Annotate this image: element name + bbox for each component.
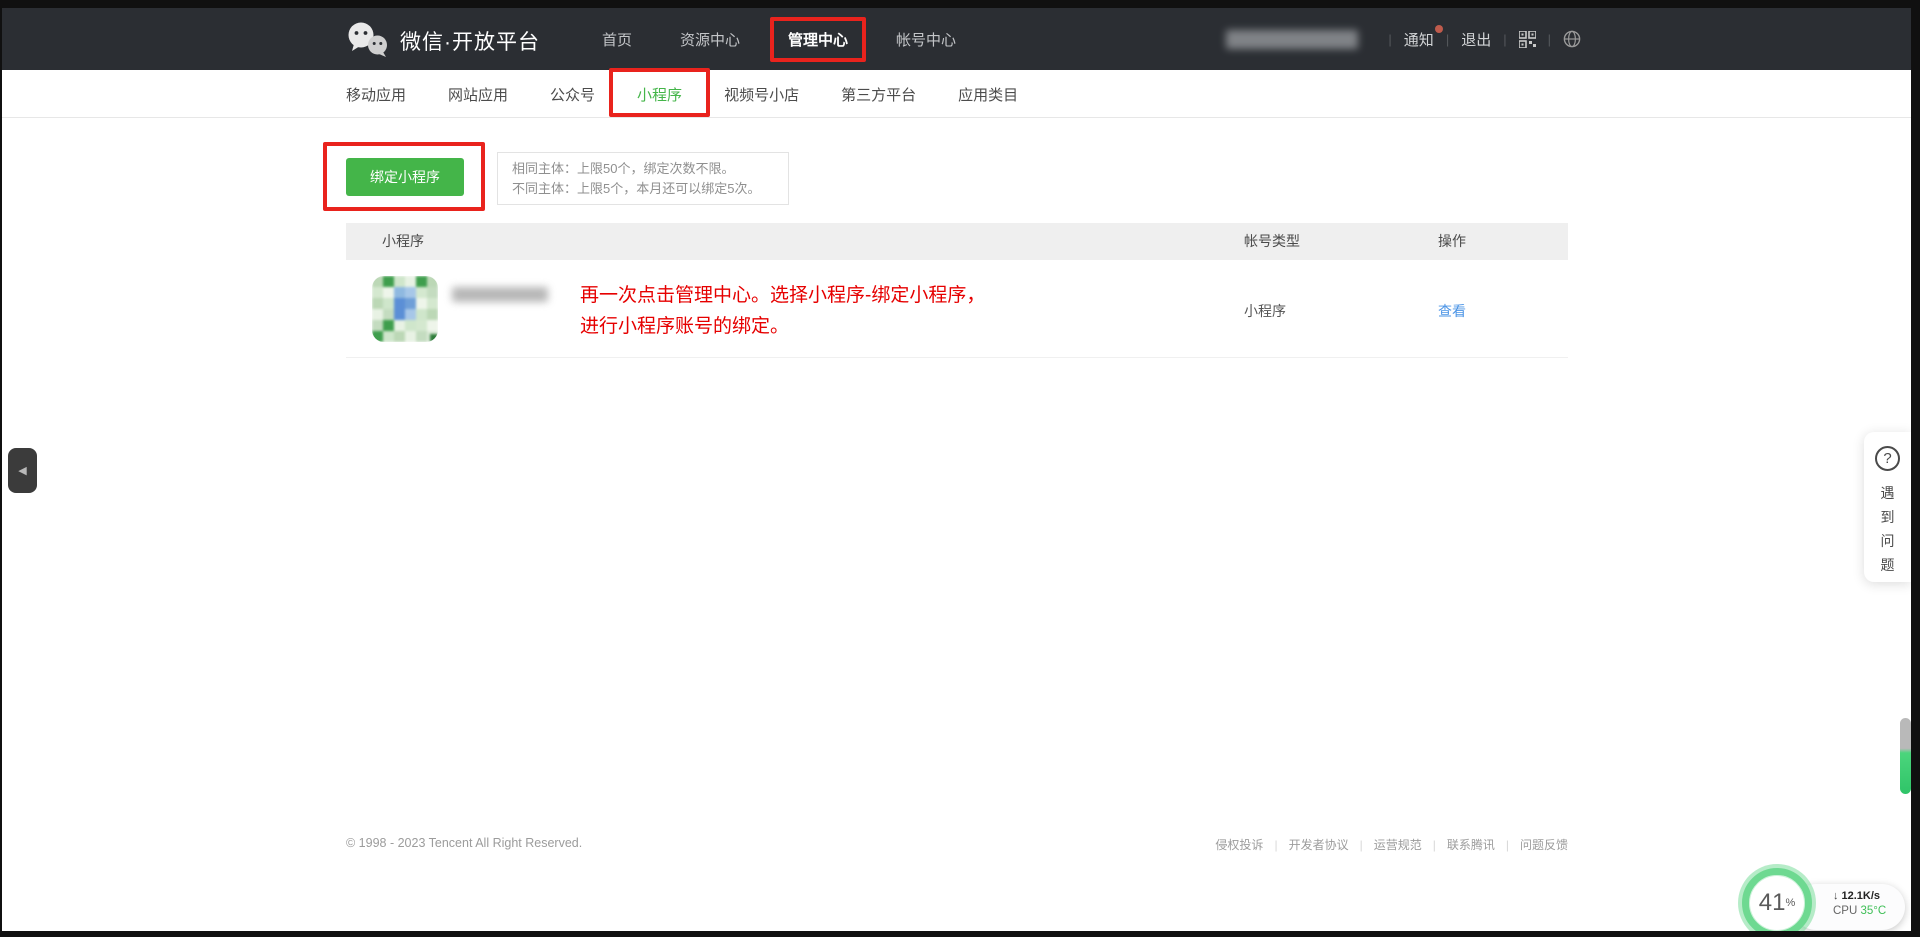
top-navbar: 微信·开放平台 首页 资源中心 管理中心 帐号中心 | 通知 | 退出 | [2, 8, 1911, 70]
footer-link-infringement[interactable]: 侵权投诉 [1215, 836, 1263, 853]
tab-mini-program[interactable]: 小程序 [637, 84, 682, 105]
footer-link-developer-agreement[interactable]: 开发者协议 [1263, 836, 1348, 853]
nav-item-management-center[interactable]: 管理中心 [788, 29, 848, 50]
account-type-cell: 小程序 [1244, 301, 1286, 321]
column-header-account-type: 帐号类型 [1244, 223, 1300, 260]
tab-official-account[interactable]: 公众号 [550, 84, 595, 105]
tab-app-category[interactable]: 应用类目 [958, 84, 1018, 105]
table-header-row: 小程序 帐号类型 操作 [346, 223, 1568, 260]
network-speed: ↓12.1K/s [1833, 890, 1886, 902]
nav-item-resources[interactable]: 资源中心 [680, 29, 740, 50]
tab-third-party-platform[interactable]: 第三方平台 [841, 84, 916, 105]
wechat-logo-icon[interactable] [346, 22, 390, 58]
question-mark-icon: ? [1875, 446, 1900, 471]
page-footer: © 1998 - 2023 Tencent All Right Reserved… [346, 836, 1568, 856]
system-monitor-widget[interactable]: ↓12.1K/s CPU 35°C + 41% [1742, 866, 1912, 937]
collapse-arrow-icon: ◀ [18, 464, 26, 477]
mini-program-name-blurred [452, 287, 548, 302]
nav-item-home[interactable]: 首页 [602, 29, 632, 50]
bind-quota-info: 相同主体：上限50个，绑定次数不限。 不同主体：上限5个，本月还可以绑定5次。 [497, 152, 789, 205]
wechat-open-platform-page: 微信·开放平台 首页 资源中心 管理中心 帐号中心 | 通知 | 退出 | [0, 0, 1920, 937]
bind-mini-program-button[interactable]: 绑定小程序 [346, 158, 464, 196]
column-header-action: 操作 [1438, 223, 1466, 260]
nav-item-account-center[interactable]: 帐号中心 [896, 29, 956, 50]
quota-line-same-subject: 相同主体：上限50个，绑定次数不限。 [512, 159, 774, 179]
notifications-link[interactable]: 通知 [1404, 29, 1434, 50]
quota-line-diff-subject: 不同主体：上限5个，本月还可以绑定5次。 [512, 179, 774, 199]
logout-link[interactable]: 退出 [1461, 29, 1491, 50]
download-arrow-icon: ↓ [1833, 890, 1839, 902]
memory-usage-gauge: 41% [1742, 868, 1812, 937]
notification-dot [1435, 25, 1443, 33]
help-widget[interactable]: ? 遇 到 问 题 [1864, 432, 1911, 582]
tab-mobile-app[interactable]: 移动应用 [346, 84, 406, 105]
qrcode-icon[interactable] [1519, 31, 1536, 48]
guide-annotation-text: 再一次点击管理中心。选择小程序-绑定小程序， 进行小程序账号的绑定。 [580, 280, 985, 342]
language-globe-icon[interactable] [1563, 30, 1581, 48]
table-row: 再一次点击管理中心。选择小程序-绑定小程序， 进行小程序账号的绑定。 小程序 查… [346, 260, 1568, 358]
topbar-right-cluster: | 通知 | 退出 | | [1226, 8, 1581, 70]
username-blurred[interactable] [1226, 30, 1358, 49]
copyright-text: © 1998 - 2023 Tencent All Right Reserved… [346, 836, 582, 850]
tab-website-app[interactable]: 网站应用 [448, 84, 508, 105]
primary-nav: 首页 资源中心 管理中心 帐号中心 [602, 8, 956, 70]
brand-title: 微信·开放平台 [400, 26, 540, 56]
scroll-progress-indicator[interactable] [1900, 718, 1911, 794]
mini-program-table: 小程序 帐号类型 操作 [346, 223, 1568, 358]
sidebar-collapse-button[interactable]: ◀ [8, 448, 37, 493]
secondary-tabbar: 移动应用 网站应用 公众号 小程序 视频号小店 第三方平台 应用类目 [2, 70, 1911, 118]
view-link[interactable]: 查看 [1438, 301, 1466, 321]
footer-link-operation-rules[interactable]: 运营规范 [1349, 836, 1422, 853]
column-header-miniprogram: 小程序 [382, 223, 424, 260]
bind-button-wrap: 绑定小程序 [346, 158, 464, 196]
tab-channels-shop[interactable]: 视频号小店 [724, 84, 799, 105]
cpu-temperature: CPU 35°C [1833, 905, 1886, 917]
footer-link-contact-tencent[interactable]: 联系腾讯 [1422, 836, 1495, 853]
footer-link-feedback[interactable]: 问题反馈 [1495, 836, 1568, 853]
footer-links: 侵权投诉 开发者协议 运营规范 联系腾讯 问题反馈 [1215, 836, 1568, 853]
mini-program-app-icon [372, 276, 438, 342]
